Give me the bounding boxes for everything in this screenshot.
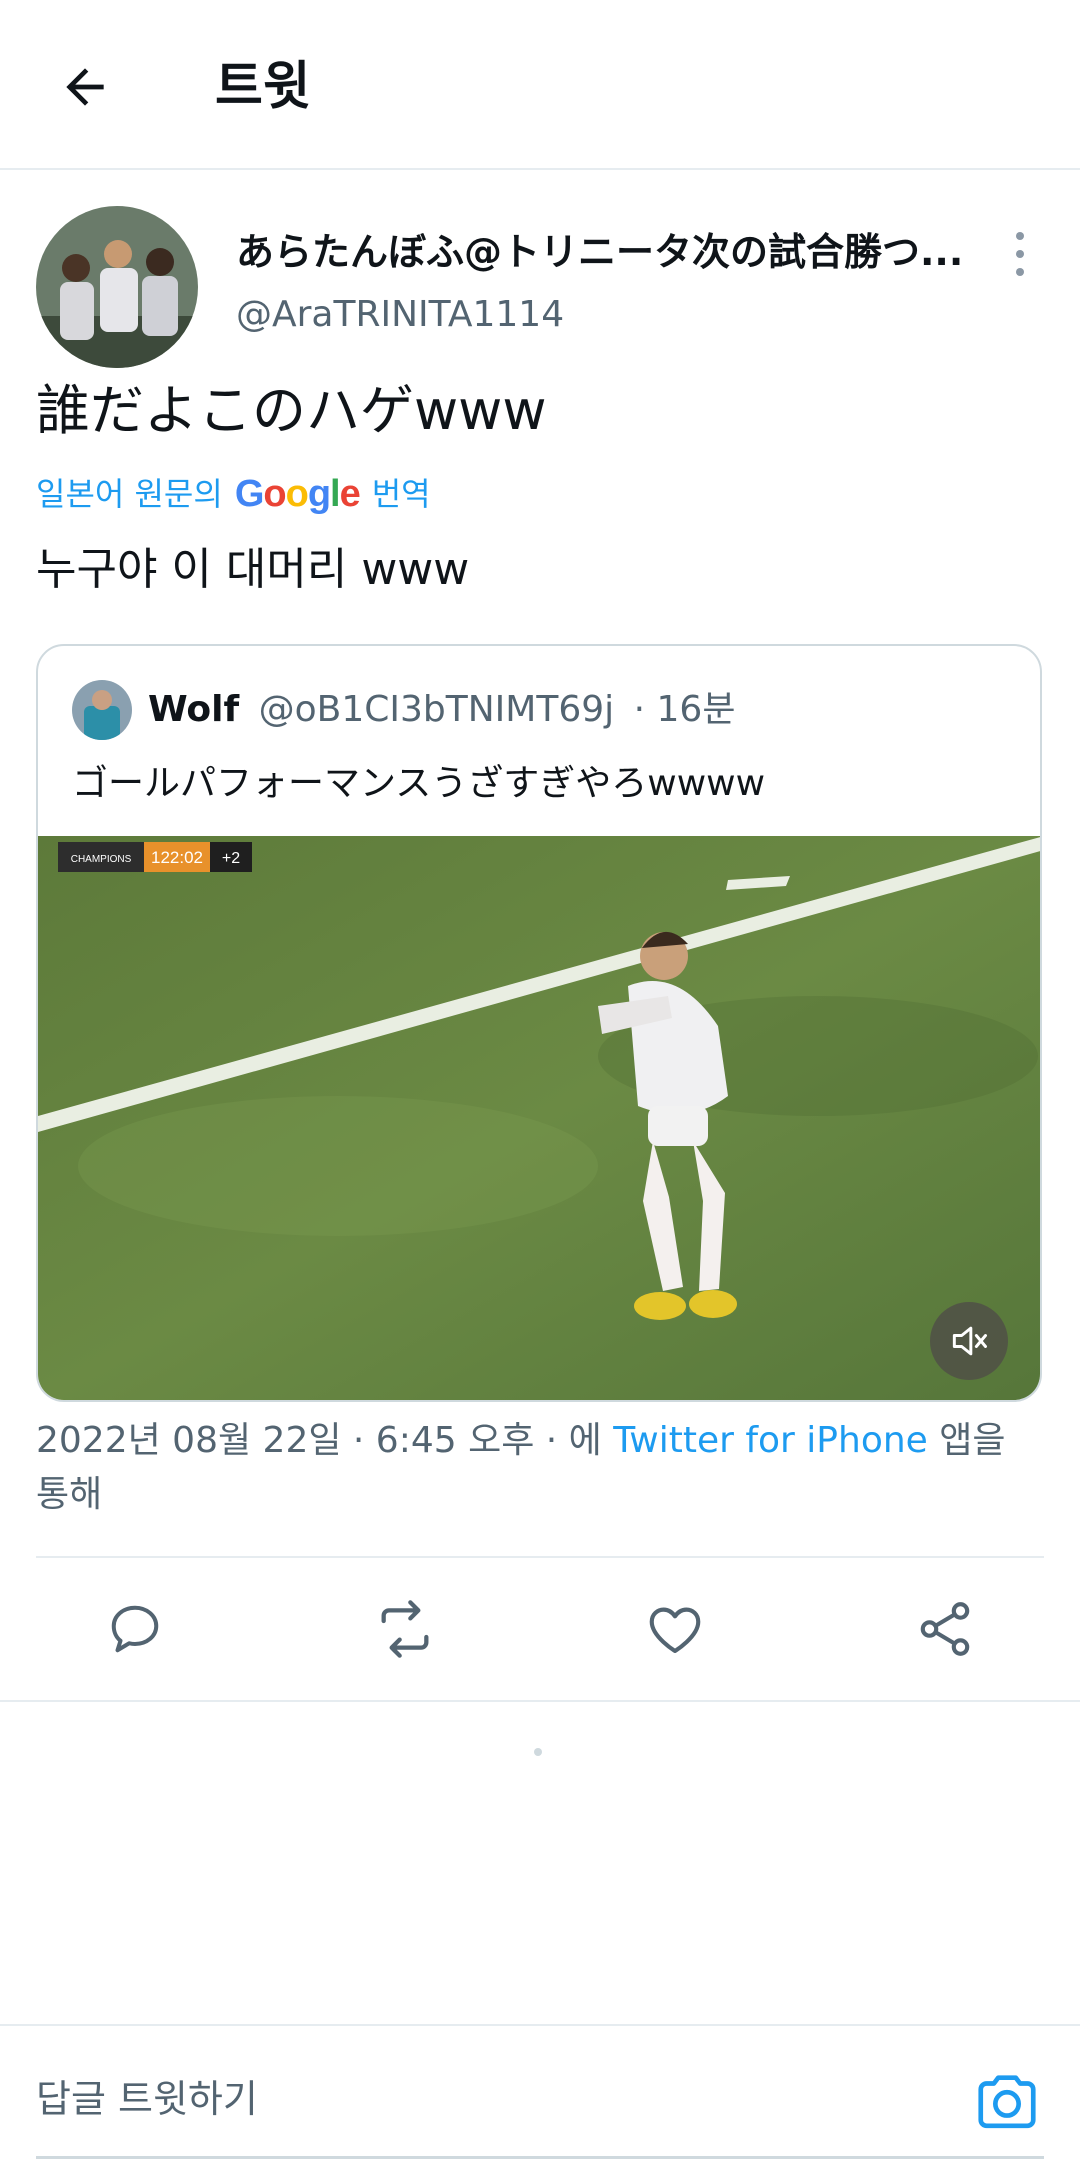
author-display-name[interactable]: あらたんぼふ@トリニータ次の試合勝つ... xyxy=(236,228,996,276)
share-icon[interactable] xyxy=(910,1594,980,1664)
reply-icon[interactable] xyxy=(100,1594,170,1664)
loading-indicator xyxy=(534,1748,542,1756)
mute-icon[interactable] xyxy=(930,1302,1008,1380)
quote-name: Wolf xyxy=(148,689,240,730)
tweet-meta: 2022년 08월 22일 · 6:45 오후 · 에 Twitter for … xyxy=(36,1414,1046,1522)
reply-underline xyxy=(36,2156,1044,2159)
quote-handle: @oB1CI3bTNIMT69j xyxy=(258,689,615,730)
translate-prefix: 일본어 원문의 xyxy=(36,475,223,513)
svg-text:122:02: 122:02 xyxy=(151,848,203,867)
back-arrow-icon[interactable] xyxy=(50,52,120,122)
like-icon[interactable] xyxy=(640,1594,710,1664)
translate-suffix: 번역 xyxy=(371,475,431,513)
reply-composer: 답글 트윗하기 xyxy=(0,2024,1080,2178)
divider xyxy=(0,1700,1080,1702)
quoted-tweet-card[interactable]: Wolf @oB1CI3bTNIMT69j · 16분 ゴールパフォーマンスうざ… xyxy=(36,644,1042,1402)
action-bar xyxy=(0,1580,1080,1680)
source-app-link[interactable]: Twitter for iPhone xyxy=(613,1420,928,1461)
camera-icon[interactable] xyxy=(972,2070,1042,2132)
quote-text: ゴールパフォーマンスうざすぎやろwwww xyxy=(72,763,766,804)
translate-link[interactable]: 일본어 원문의 Google 번역 xyxy=(36,470,431,518)
retweet-icon[interactable] xyxy=(370,1594,440,1664)
google-logo: Google xyxy=(234,473,361,515)
quote-header: Wolf @oB1CI3bTNIMT69j · 16분 xyxy=(148,682,735,738)
tweet-timestamp: 2022년 08월 22일 · 6:45 오후 · 에 xyxy=(36,1420,602,1461)
translated-text: 누구야 이 대머리 www xyxy=(36,544,470,595)
more-icon[interactable] xyxy=(1004,228,1036,280)
author-handle[interactable]: @AraTRINITA1114 xyxy=(236,292,564,338)
svg-text:+2: +2 xyxy=(222,850,240,867)
tweet-text: 誰だよこのハゲwww xyxy=(36,379,547,442)
divider xyxy=(36,1556,1044,1558)
top-bar: 트윗 xyxy=(0,0,1080,170)
page-title: 트윗 xyxy=(215,57,311,117)
author-avatar[interactable] xyxy=(36,206,198,368)
quote-time: · 16분 xyxy=(633,689,736,730)
quote-video[interactable]: CHAMPIONS 122:02 +2 xyxy=(38,836,1040,1400)
quote-avatar xyxy=(72,680,132,740)
reply-input[interactable]: 답글 트윗하기 xyxy=(36,2072,258,2126)
svg-text:CHAMPIONS: CHAMPIONS xyxy=(71,854,132,865)
